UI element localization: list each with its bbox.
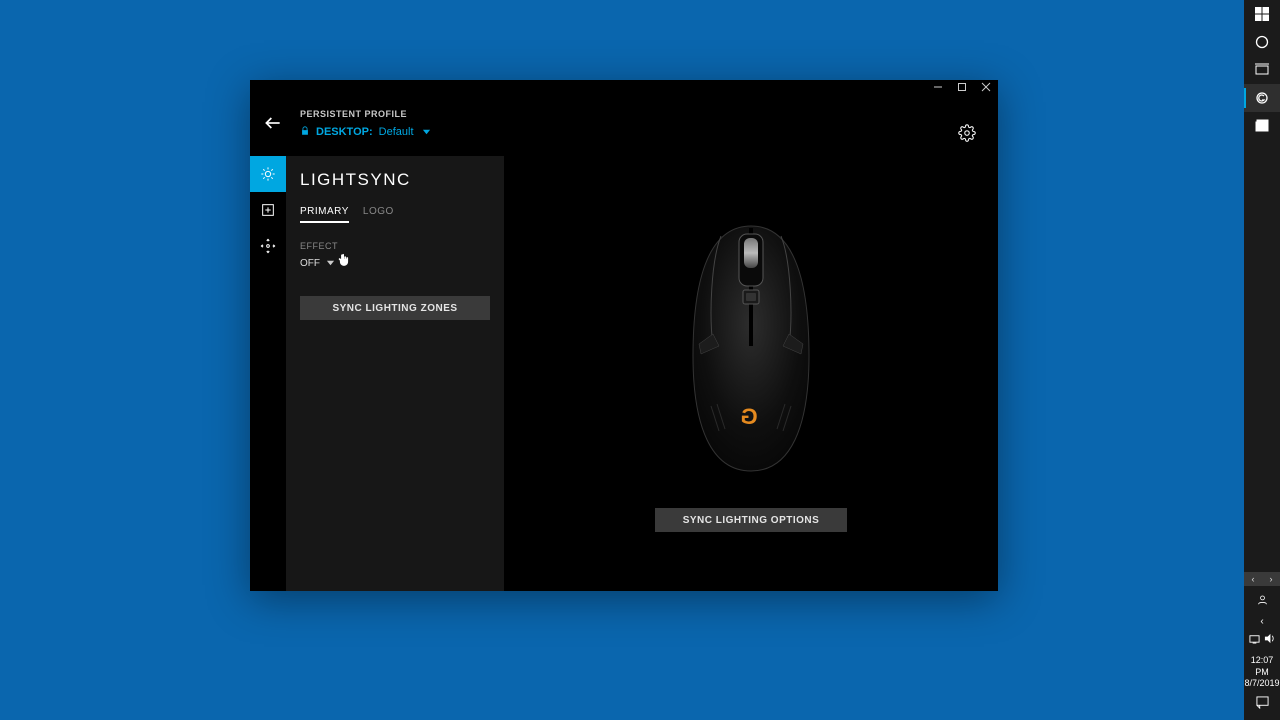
profile-label: PERSISTENT PROFILE	[300, 109, 431, 119]
profile-selector[interactable]: DESKTOP: Default	[300, 123, 431, 141]
taskbar-clock[interactable]: 12:07 PM 8/7/2019	[1244, 655, 1280, 690]
tray-overflow-button[interactable]: ‹	[1244, 616, 1280, 627]
volume-icon[interactable]	[1264, 631, 1275, 649]
main-view: G SYNC LIGHTING OPTIONS	[504, 156, 998, 591]
device-image: G	[671, 216, 831, 476]
profile-default-label: Default	[379, 126, 414, 138]
panel-title: LIGHTSYNC	[300, 170, 490, 190]
nav-lightsync[interactable]	[250, 156, 286, 192]
side-panel: LIGHTSYNC PRIMARY LOGO EFFECT OFF SYNC L…	[286, 156, 504, 591]
windows-taskbar: ‹ › ‹ 12:07 PM 8/7/2019	[1244, 0, 1280, 720]
chevron-down-icon	[326, 258, 335, 270]
app-header: PERSISTENT PROFILE DESKTOP: Default	[250, 94, 998, 156]
nav-sensitivity[interactable]	[250, 228, 286, 264]
taskbar-scroll-arrows[interactable]: ‹ ›	[1244, 572, 1280, 586]
back-button[interactable]	[258, 113, 288, 138]
task-view-button[interactable]	[1244, 56, 1280, 84]
sync-lighting-zones-button[interactable]: SYNC LIGHTING ZONES	[300, 296, 490, 320]
settings-button[interactable]	[958, 124, 976, 147]
window-titlebar	[250, 80, 998, 94]
lock-icon	[300, 123, 310, 141]
window-close-button[interactable]	[980, 81, 992, 93]
cursor-pointer-icon	[337, 253, 351, 270]
window-maximize-button[interactable]	[956, 81, 968, 93]
nav-assignments[interactable]	[250, 192, 286, 228]
tab-primary[interactable]: PRIMARY	[300, 206, 349, 223]
profile-desktop-label: DESKTOP:	[316, 126, 373, 138]
system-tray[interactable]: ‹	[1244, 592, 1280, 649]
clock-time: 12:07 PM	[1244, 655, 1280, 678]
app-window: PERSISTENT PROFILE DESKTOP: Default	[250, 80, 998, 591]
chevron-left-icon[interactable]: ‹	[1244, 572, 1262, 586]
network-icon[interactable]	[1249, 631, 1260, 649]
effect-label: EFFECT	[300, 241, 490, 251]
effect-value: OFF	[300, 258, 320, 269]
tab-logo[interactable]: LOGO	[363, 206, 394, 223]
sync-lighting-options-button[interactable]: SYNC LIGHTING OPTIONS	[655, 508, 847, 532]
people-icon[interactable]	[1257, 592, 1268, 610]
action-center-button[interactable]	[1256, 696, 1269, 714]
taskbar-app-video[interactable]	[1244, 112, 1280, 140]
chevron-down-icon	[420, 123, 431, 141]
start-button[interactable]	[1244, 0, 1280, 28]
cortana-button[interactable]	[1244, 28, 1280, 56]
window-minimize-button[interactable]	[932, 81, 944, 93]
nav-rail	[250, 156, 286, 591]
clock-date: 8/7/2019	[1244, 678, 1280, 690]
effect-dropdown[interactable]: OFF	[300, 255, 490, 272]
chevron-right-icon[interactable]: ›	[1262, 572, 1280, 586]
g-logo-icon: G	[742, 404, 759, 430]
taskbar-app-ghub[interactable]	[1244, 84, 1280, 112]
